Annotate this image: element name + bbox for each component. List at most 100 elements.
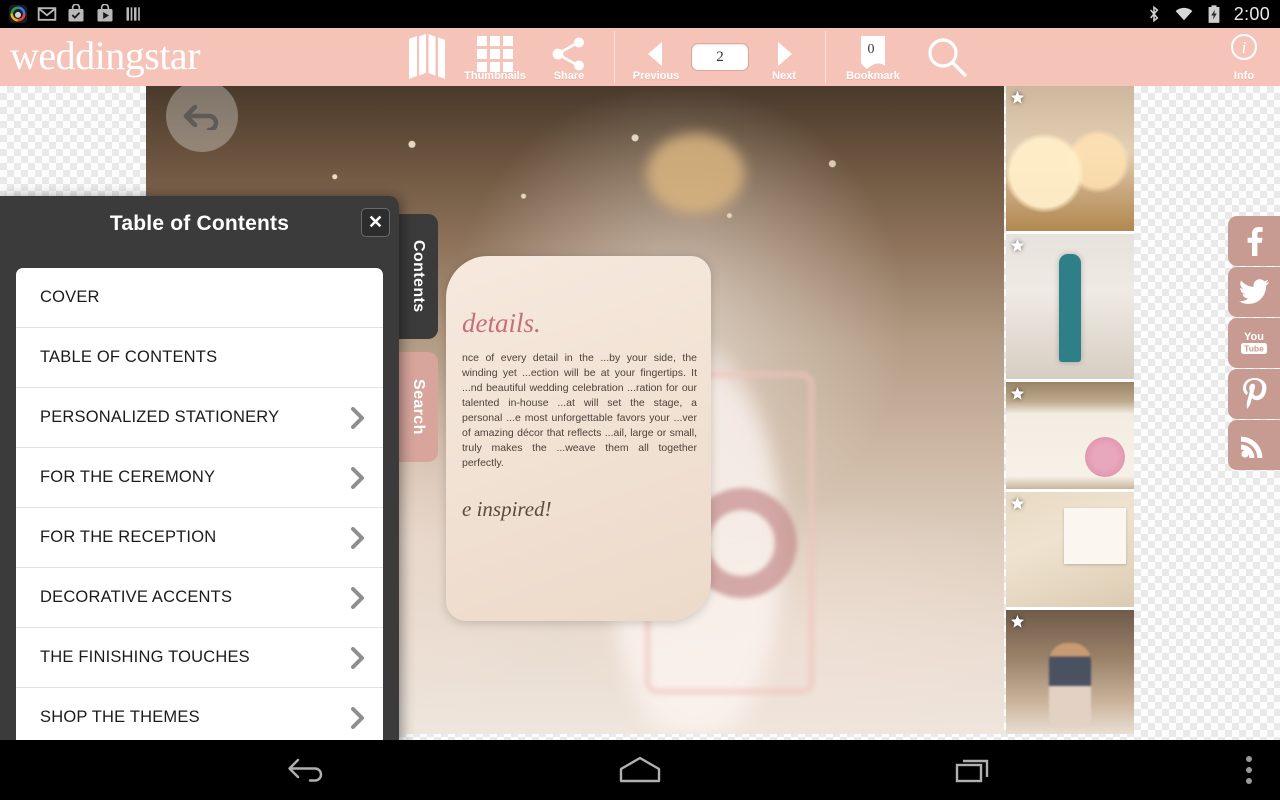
- facebook-icon: [1247, 227, 1263, 256]
- svg-text:You: You: [1244, 331, 1264, 343]
- photos-icon: [8, 4, 28, 24]
- toc-item-label: SHOP THE THEMES: [40, 708, 200, 726]
- search-button[interactable]: [910, 28, 984, 86]
- toc-item-label: FOR THE CEREMONY: [40, 468, 216, 486]
- overflow-menu-button[interactable]: [1246, 740, 1252, 800]
- back-arrow-icon: [183, 104, 219, 130]
- bookmark-star-icon: [1011, 91, 1024, 104]
- page-number-value[interactable]: 2: [691, 43, 749, 71]
- rss-button[interactable]: [1228, 420, 1280, 470]
- toc-title: Table of Contents: [109, 212, 290, 235]
- contents-tab-label: Contents: [410, 240, 427, 313]
- bookmark-star-icon: [1011, 239, 1024, 252]
- toolbar-actions: Thumbnails Share Previous 2 Next 0 Bookm…: [400, 28, 984, 86]
- chevron-right-icon: [351, 646, 364, 669]
- reader-stage: details. nce of every detail in the ...b…: [0, 86, 1280, 740]
- barcode-icon: [126, 7, 140, 21]
- toc-item-label: THE FINISHING TOUCHES: [40, 648, 250, 666]
- home-button[interactable]: [617, 755, 663, 785]
- page-callout-card: details. nce of every detail in the ...b…: [446, 256, 711, 621]
- status-bar-clock: 2:00: [1233, 3, 1270, 24]
- play-store-icon: [97, 4, 113, 22]
- thumbnails-label: Thumbnails: [464, 70, 526, 82]
- thumbnail-rail[interactable]: [1006, 86, 1134, 734]
- callout-signature: e inspired!: [462, 497, 552, 521]
- search-icon: [928, 38, 967, 77]
- info-button[interactable]: i Info: [1216, 28, 1272, 86]
- twitter-button[interactable]: [1228, 267, 1280, 317]
- overflow-dot: [1246, 756, 1252, 762]
- pinterest-button[interactable]: [1228, 369, 1280, 419]
- android-status-bar: 2:00: [0, 0, 1280, 28]
- toc-item-label: TABLE OF CONTENTS: [40, 348, 218, 366]
- android-navigation-bar: [0, 740, 1280, 800]
- app-brand-logo: weddingstar: [10, 33, 201, 78]
- info-icon: i: [1231, 34, 1257, 60]
- app-toolbar: weddingstar Thumbnails Share Previous 2 …: [0, 28, 1280, 86]
- overflow-dot: [1246, 778, 1252, 784]
- library-button[interactable]: [400, 28, 456, 86]
- chevron-right-icon: [351, 586, 364, 609]
- toc-item-the-finishing-touches[interactable]: THE FINISHING TOUCHES: [16, 628, 383, 688]
- contents-tab[interactable]: Contents: [398, 214, 438, 339]
- search-tab[interactable]: Search: [398, 352, 438, 462]
- bluetooth-icon: [1149, 5, 1159, 23]
- pinterest-icon: [1243, 378, 1267, 409]
- facebook-button[interactable]: [1228, 216, 1280, 266]
- toolbar-divider-1: [614, 31, 615, 83]
- bookmark-button[interactable]: 0 Bookmark: [836, 28, 910, 86]
- thumbnail-item[interactable]: [1006, 610, 1134, 734]
- callout-heading: details.: [462, 308, 541, 338]
- toc-item-for-the-ceremony[interactable]: FOR THE CEREMONY: [16, 448, 383, 508]
- callout-body: nce of every detail in the ...by your si…: [462, 352, 697, 469]
- toc-item-label: DECORATIVE ACCENTS: [40, 588, 233, 606]
- thumbnail-item[interactable]: [1006, 382, 1134, 492]
- toc-item-for-the-reception[interactable]: FOR THE RECEPTION: [16, 508, 383, 568]
- toc-item-label: COVER: [40, 288, 100, 306]
- toc-item-cover[interactable]: COVER: [16, 268, 383, 328]
- recent-apps-button[interactable]: [953, 755, 995, 785]
- share-button[interactable]: Share: [534, 28, 604, 86]
- social-links-rail: You Tube: [1228, 216, 1280, 471]
- gmail-icon: [37, 7, 57, 21]
- search-tab-label: Search: [410, 379, 427, 435]
- rss-icon: [1241, 436, 1263, 458]
- toc-item-shop-the-themes[interactable]: SHOP THE THEMES: [16, 688, 383, 740]
- back-button[interactable]: [285, 755, 327, 785]
- page-number-field[interactable]: 2: [687, 28, 753, 86]
- thumbnails-button[interactable]: Thumbnails: [456, 28, 534, 86]
- toc-item-table-of-contents[interactable]: TABLE OF CONTENTS: [16, 328, 383, 388]
- tasks-icon: [68, 4, 84, 22]
- wifi-icon: [1175, 7, 1193, 21]
- chevron-right-icon: [351, 706, 364, 729]
- battery-charging-icon: [1208, 5, 1220, 23]
- thumbnail-item[interactable]: [1006, 86, 1134, 234]
- previous-arrow-icon: [648, 42, 662, 66]
- thumbnail-item[interactable]: [1006, 234, 1134, 382]
- bookmark-star-icon: [1011, 615, 1024, 628]
- toc-item-label: FOR THE RECEPTION: [40, 528, 217, 546]
- bookmark-icon: 0: [858, 36, 888, 70]
- status-bar-notifications: [0, 4, 144, 24]
- grid-icon: [477, 36, 513, 72]
- toolbar-divider-2: [825, 31, 826, 83]
- close-icon[interactable]: ✕: [361, 208, 390, 237]
- toc-item-decorative-accents[interactable]: DECORATIVE ACCENTS: [16, 568, 383, 628]
- next-label: Next: [772, 70, 796, 82]
- twitter-icon: [1239, 279, 1269, 304]
- chevron-right-icon: [351, 406, 364, 429]
- bookmark-count: 0: [867, 42, 875, 57]
- thumbnail-item[interactable]: [1006, 492, 1134, 610]
- youtube-icon: You Tube: [1241, 331, 1267, 354]
- info-label: Info: [1233, 70, 1255, 82]
- share-label: Share: [553, 70, 585, 82]
- toc-item-personalized-stationery[interactable]: PERSONALIZED STATIONERY: [16, 388, 383, 448]
- youtube-button[interactable]: You Tube: [1228, 318, 1280, 368]
- navigation-buttons: [0, 740, 1280, 800]
- next-page-button[interactable]: Next: [753, 28, 815, 86]
- chevron-right-icon: [351, 526, 364, 549]
- previous-page-button[interactable]: Previous: [625, 28, 687, 86]
- toc-list: COVER TABLE OF CONTENTS PERSONALIZED STA…: [16, 268, 383, 740]
- table-of-contents-panel: Table of Contents ✕ COVER TABLE OF CONTE…: [0, 196, 399, 740]
- next-arrow-icon: [778, 42, 792, 66]
